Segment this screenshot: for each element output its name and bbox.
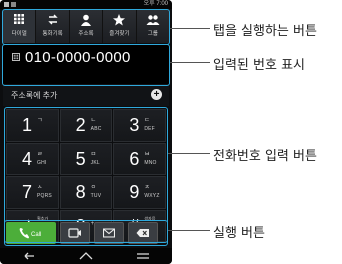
status-time: 오후 7:00 xyxy=(143,1,168,7)
home-icon[interactable] xyxy=(79,252,93,260)
add-icon[interactable]: + xyxy=(151,89,162,100)
back-icon[interactable] xyxy=(22,252,36,260)
callout-line-tabs xyxy=(170,28,210,29)
callout-line-display xyxy=(170,62,210,63)
actions-highlight xyxy=(4,220,168,246)
callout-line-actions xyxy=(168,230,210,231)
notification-icons xyxy=(4,2,16,7)
display-highlight xyxy=(2,44,170,86)
menu-icon[interactable] xyxy=(136,252,150,260)
callout-line-keypad xyxy=(168,153,210,154)
tabs-highlight xyxy=(2,9,170,45)
callout-tabs: 탭을 실행하는 버튼 xyxy=(213,24,317,39)
add-to-contacts-label: 주소록에 추가 xyxy=(11,91,58,100)
callout-actions: 실행 버튼 xyxy=(213,226,265,241)
add-to-contacts-bar[interactable]: 주소록에 추가 + xyxy=(3,84,169,106)
nav-bar xyxy=(0,248,172,264)
callout-keypad: 전화번호 입력 버튼 xyxy=(213,149,317,164)
status-bar: 오후 7:00 xyxy=(0,0,172,9)
callout-display: 입력된 번호 표시 xyxy=(213,58,305,73)
